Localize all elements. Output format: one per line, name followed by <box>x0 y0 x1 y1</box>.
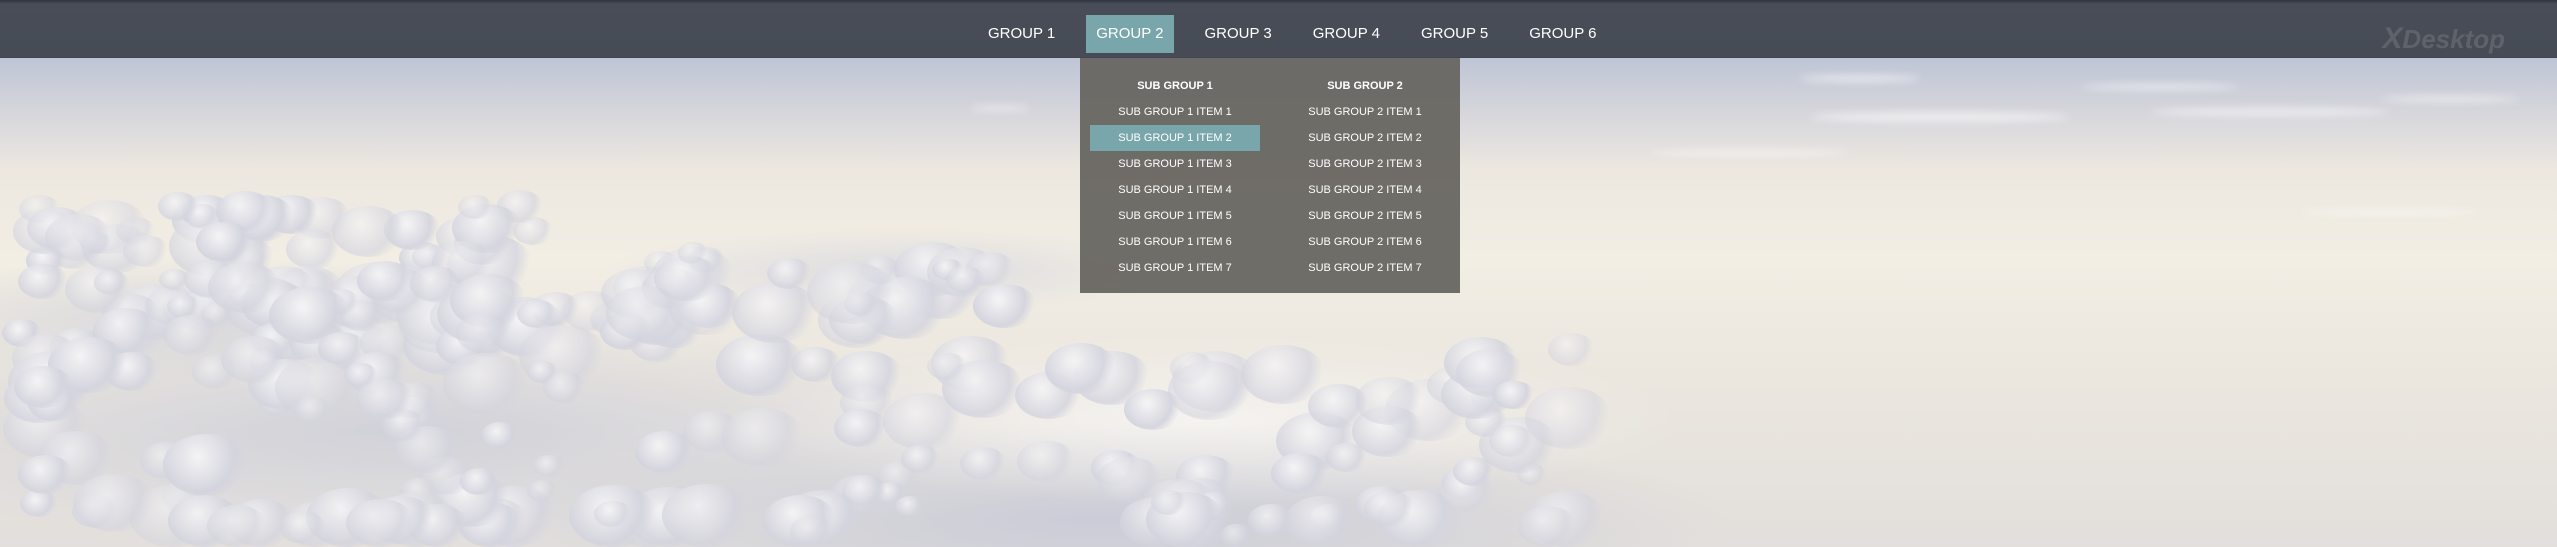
cloud-puff <box>1241 344 1326 404</box>
sub-group-2-item-5[interactable]: SUB GROUP 2 ITEM 5 <box>1280 203 1450 229</box>
brand-logo-x: X <box>2382 22 2403 55</box>
cloud-puff <box>1097 456 1164 503</box>
cloud-puff <box>207 504 268 547</box>
cloud-puff <box>789 516 834 547</box>
cloud-puff <box>1493 380 1535 410</box>
cloud-puff <box>720 408 805 467</box>
cloud-puff <box>93 270 129 295</box>
cloud-puff <box>517 300 558 329</box>
brand-logo-name: Desktop <box>2402 24 2505 54</box>
cloud-puff <box>1016 441 1076 483</box>
nav-item-group-2[interactable]: GROUP 2 <box>1086 15 1174 53</box>
cloud-puff <box>533 454 565 477</box>
sub-group-1-item-3[interactable]: SUB GROUP 1 ITEM 3 <box>1090 151 1260 177</box>
cloud-streak <box>2380 96 2520 102</box>
cloud-puff <box>162 434 251 496</box>
cloud-puff <box>767 257 813 290</box>
cloud-puff <box>17 264 68 300</box>
sub-group-1-item-6[interactable]: SUB GROUP 1 ITEM 6 <box>1090 229 1260 255</box>
sub-group-2-item-1[interactable]: SUB GROUP 2 ITEM 1 <box>1280 99 1450 125</box>
cloud-streak <box>970 106 1030 111</box>
cloud-puff <box>14 366 74 408</box>
cloud-puff <box>1270 452 1330 495</box>
sub-group-1-item-1[interactable]: SUB GROUP 1 ITEM 1 <box>1090 99 1260 125</box>
cloud-puff <box>716 334 805 397</box>
sub-group-2-item-3[interactable]: SUB GROUP 2 ITEM 3 <box>1280 151 1450 177</box>
cloud-streak <box>1810 112 2070 122</box>
cloud-puff <box>900 445 940 473</box>
cloud-puff <box>442 353 531 415</box>
cloud-puff <box>357 261 414 301</box>
cloud-puff <box>677 242 708 264</box>
nav-item-group-1[interactable]: GROUP 1 <box>978 15 1065 53</box>
cloud-puff <box>458 194 493 220</box>
cloud-puff <box>842 475 887 507</box>
cloud-puff <box>927 352 967 381</box>
sub-group-2-item-7[interactable]: SUB GROUP 2 ITEM 7 <box>1280 255 1450 281</box>
cloud-streak <box>2080 84 2240 90</box>
sub-group-2-item-2[interactable]: SUB GROUP 2 ITEM 2 <box>1280 125 1450 151</box>
cloud-puff <box>1044 342 1118 394</box>
sub-group-1-item-7[interactable]: SUB GROUP 1 ITEM 7 <box>1090 255 1260 281</box>
cloud-puff <box>1326 443 1368 473</box>
cloud-puff <box>346 498 416 547</box>
cloud-puff <box>527 479 559 502</box>
cloud-puff <box>1452 456 1495 487</box>
cloud-puff <box>807 262 897 325</box>
cloud-streak <box>1650 150 1850 156</box>
cloud-puff <box>731 282 819 343</box>
sub-group-2-column: SUB GROUP 2 SUB GROUP 2 ITEM 1 SUB GROUP… <box>1280 73 1450 293</box>
cloud-puff <box>158 191 200 221</box>
main-menu: GROUP 1 GROUP 2 GROUP 3 GROUP 4 GROUP 5 … <box>978 15 1628 53</box>
cloud-puff <box>19 490 58 518</box>
nav-item-group-4[interactable]: GROUP 4 <box>1303 15 1390 53</box>
sub-group-2-item-6[interactable]: SUB GROUP 2 ITEM 6 <box>1280 229 1450 255</box>
cloud-puff <box>460 467 499 495</box>
cloud-puff <box>1524 386 1614 449</box>
sub-group-1-item-2[interactable]: SUB GROUP 1 ITEM 2 <box>1090 125 1260 151</box>
cloud-streak <box>2300 210 2480 215</box>
cloud-puff <box>163 314 222 356</box>
cloud-puff <box>833 408 888 447</box>
cloud-puff <box>17 455 73 494</box>
sub-group-1-item-4[interactable]: SUB GROUP 1 ITEM 4 <box>1090 177 1260 203</box>
cloud-puff <box>1167 360 1253 420</box>
cloud-puff <box>73 473 157 532</box>
sub-group-1-item-5[interactable]: SUB GROUP 1 ITEM 5 <box>1090 203 1260 229</box>
cloud-puff <box>635 431 695 473</box>
cloud-puff <box>279 511 326 544</box>
cloud-streak <box>1800 75 1920 82</box>
top-navbar: GROUP 1 GROUP 2 GROUP 3 GROUP 4 GROUP 5 … <box>0 0 2557 58</box>
sub-group-1-column: SUB GROUP 1 SUB GROUP 1 ITEM 1 SUB GROUP… <box>1090 73 1260 293</box>
nav-item-group-5[interactable]: GROUP 5 <box>1411 15 1498 53</box>
cloud-puff <box>220 335 289 383</box>
cloud-puff <box>481 422 519 449</box>
nav-item-group-6[interactable]: GROUP 6 <box>1519 15 1606 53</box>
cloud-puff <box>318 331 367 365</box>
sub-group-2-item-4[interactable]: SUB GROUP 2 ITEM 4 <box>1280 177 1450 203</box>
cloud-puff <box>526 361 559 383</box>
cloud-puff <box>1285 496 1358 547</box>
cloud-puff <box>343 362 379 387</box>
group-2-dropdown: SUB GROUP 1 SUB GROUP 1 ITEM 1 SUB GROUP… <box>1080 58 1460 293</box>
cloud-streak <box>2150 108 2390 116</box>
cloud-puff <box>662 484 752 547</box>
cloud-puff <box>1517 505 1577 547</box>
nav-item-group-3[interactable]: GROUP 3 <box>1195 15 1282 53</box>
brand-logo: XDesktop <box>2382 22 2505 56</box>
cloud-puff <box>409 266 461 302</box>
sub-group-2-header: SUB GROUP 2 <box>1327 80 1403 92</box>
cloud-puff <box>196 222 253 262</box>
cloud-puff <box>895 495 926 517</box>
cloud-puff <box>455 313 512 353</box>
cloud-puff <box>294 397 332 424</box>
sub-group-1-header: SUB GROUP 1 <box>1137 80 1213 92</box>
